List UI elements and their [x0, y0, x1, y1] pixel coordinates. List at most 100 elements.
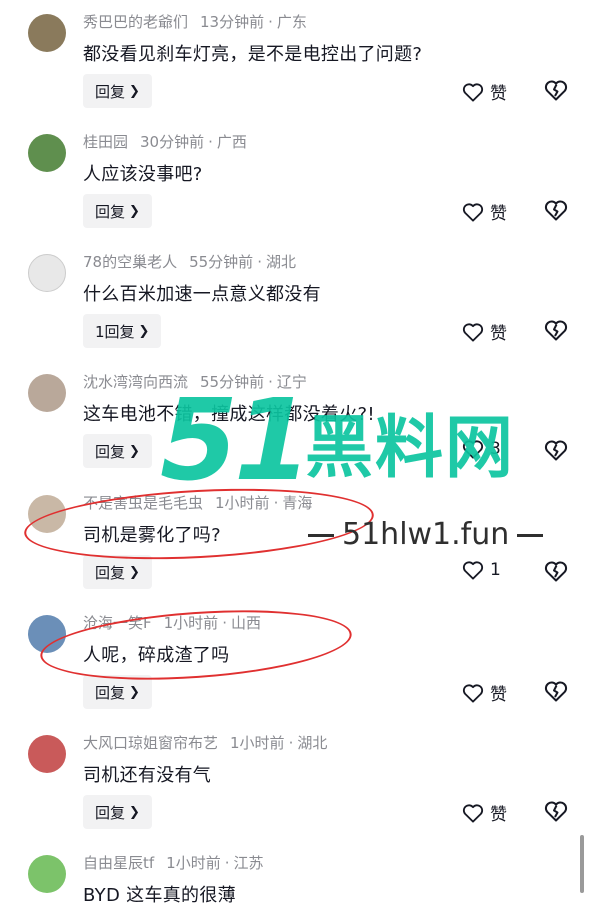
broken-heart-icon: [544, 80, 568, 101]
comment-item: 自由星辰tf 1小时前 · 江苏 BYD 这车真的很薄: [0, 841, 591, 915]
comment-meta: 78的空巢老人 55分钟前 · 湖北: [83, 253, 296, 271]
comment-meta: 自由星辰tf 1小时前 · 江苏: [83, 854, 264, 872]
dislike-button[interactable]: [544, 199, 568, 225]
avatar[interactable]: [28, 374, 66, 412]
like-button[interactable]: 赞: [462, 199, 507, 224]
reply-button[interactable]: 回复 ❯: [83, 194, 152, 228]
chevron-right-icon: ❯: [129, 684, 140, 700]
comment-item: 大风口琼姐窗帘布艺 1小时前 · 湖北 司机还有没有气 回复 ❯ 赞: [0, 721, 591, 841]
comment-username[interactable]: 自由星辰tf: [83, 854, 154, 872]
reply-button[interactable]: 回复 ❯: [83, 675, 152, 709]
like-count: 1: [490, 560, 501, 580]
comment-text: 都没看见刹车灯亮，是不是电控出了问题?: [83, 44, 423, 65]
comment-username[interactable]: 78的空巢老人: [83, 253, 177, 271]
broken-heart-icon: [544, 200, 568, 221]
broken-heart-icon: [544, 440, 568, 461]
comment-username[interactable]: 沧海一笑F: [83, 614, 152, 632]
chevron-right-icon: ❯: [138, 323, 150, 339]
comment-meta: 秀巴巴的老爺们 13分钟前 · 广东: [83, 13, 307, 31]
heart-outline-icon: [462, 202, 484, 222]
heart-outline-icon: [462, 82, 484, 102]
watermark-brand: 黑料网: [305, 409, 516, 488]
watermark-dash: [308, 533, 334, 537]
like-button[interactable]: 赞: [462, 319, 507, 344]
comment-text: BYD 这车真的很薄: [83, 885, 236, 906]
dislike-button[interactable]: [544, 800, 568, 826]
avatar[interactable]: [28, 134, 66, 172]
chevron-right-icon: ❯: [129, 83, 140, 99]
comment-time: 30分钟前: [140, 133, 205, 151]
heart-outline-icon: [462, 803, 484, 823]
watermark-url: 51hlw1.fun: [300, 520, 551, 550]
like-button[interactable]: 赞: [462, 79, 507, 104]
avatar[interactable]: [28, 615, 66, 653]
reply-label: 1回复: [95, 322, 135, 341]
broken-heart-icon: [544, 561, 568, 582]
chevron-right-icon: ❯: [129, 203, 140, 219]
chevron-right-icon: ❯: [129, 443, 140, 459]
heart-outline-icon: [462, 322, 484, 342]
scrollbar[interactable]: [580, 835, 584, 893]
comment-time: 13分钟前: [200, 13, 265, 31]
dislike-button[interactable]: [544, 680, 568, 706]
comment-meta: 沧海一笑F 1小时前 · 山西: [83, 614, 261, 632]
like-button[interactable]: 1: [462, 560, 501, 580]
comment-text: 人呢，碎成渣了吗: [83, 645, 230, 666]
comment-region: 广东: [276, 13, 307, 31]
watermark-url-text: 51hlw1.fun: [342, 517, 510, 552]
avatar[interactable]: [28, 855, 66, 893]
dislike-button[interactable]: [544, 439, 568, 465]
reply-label: 回复: [95, 82, 126, 101]
reply-button[interactable]: 回复 ❯: [83, 795, 152, 829]
like-button[interactable]: 赞: [462, 800, 507, 825]
avatar[interactable]: [28, 495, 66, 533]
reply-button[interactable]: 回复 ❯: [83, 555, 152, 589]
broken-heart-icon: [544, 801, 568, 822]
comment-time: 1小时前: [166, 854, 221, 872]
like-count: 赞: [490, 685, 507, 705]
comment-region: 湖北: [297, 734, 328, 752]
like-count: 赞: [490, 805, 507, 825]
reply-label: 回复: [95, 442, 126, 461]
comment-item: 秀巴巴的老爺们 13分钟前 · 广东 都没看见刹车灯亮，是不是电控出了问题? 回复 ❯ …: [0, 0, 591, 120]
reply-button[interactable]: 1回复 ❯: [83, 314, 162, 348]
reply-label: 回复: [95, 683, 126, 702]
comment-item: 桂田园 30分钟前 · 广西 人应该没事吧? 回复 ❯ 赞: [0, 120, 591, 240]
heart-outline-icon: [462, 561, 484, 580]
heart-outline-icon: [462, 683, 484, 703]
comment-username[interactable]: 大风口琼姐窗帘布艺: [83, 734, 218, 752]
comment-username[interactable]: 秀巴巴的老爺们: [83, 13, 188, 31]
comment-text: 人应该没事吧?: [83, 164, 203, 185]
dislike-button[interactable]: [544, 560, 568, 586]
chevron-right-icon: ❯: [129, 564, 140, 580]
reply-button[interactable]: 回复 ❯: [83, 74, 152, 108]
like-button[interactable]: 赞: [462, 680, 507, 705]
avatar[interactable]: [28, 14, 66, 52]
broken-heart-icon: [544, 681, 568, 702]
avatar[interactable]: [28, 254, 66, 292]
like-count: 赞: [490, 204, 507, 224]
comment-text: 什么百米加速一点意义都没有: [83, 284, 321, 305]
comment-time: 1小时前: [230, 734, 285, 752]
dislike-button[interactable]: [544, 79, 568, 105]
comment-item: 沧海一笑F 1小时前 · 山西 人呢，碎成渣了吗 回复 ❯ 赞: [0, 601, 591, 721]
comment-meta: 大风口琼姐窗帘布艺 1小时前 · 湖北: [83, 734, 328, 752]
comment-region: 广西: [216, 133, 247, 151]
broken-heart-icon: [544, 320, 568, 341]
chevron-right-icon: ❯: [129, 804, 140, 820]
comment-username[interactable]: 桂田园: [83, 133, 128, 151]
like-count: 赞: [490, 324, 507, 344]
comment-region: 湖北: [265, 253, 296, 271]
comment-item: 78的空巢老人 55分钟前 · 湖北 什么百米加速一点意义都没有 1回复 ❯ 赞: [0, 240, 591, 360]
comment-text: 司机还有没有气: [83, 765, 212, 786]
comment-text: 司机是雾化了吗?: [83, 525, 221, 546]
reply-button[interactable]: 回复 ❯: [83, 434, 152, 468]
reply-label: 回复: [95, 803, 126, 822]
comment-region: 山西: [230, 614, 261, 632]
comment-time: 55分钟前: [189, 253, 254, 271]
comment-time: 1小时前: [163, 614, 219, 632]
watermark-dash: [517, 533, 544, 537]
avatar[interactable]: [28, 735, 66, 773]
like-count: 赞: [490, 84, 507, 104]
dislike-button[interactable]: [544, 319, 568, 345]
